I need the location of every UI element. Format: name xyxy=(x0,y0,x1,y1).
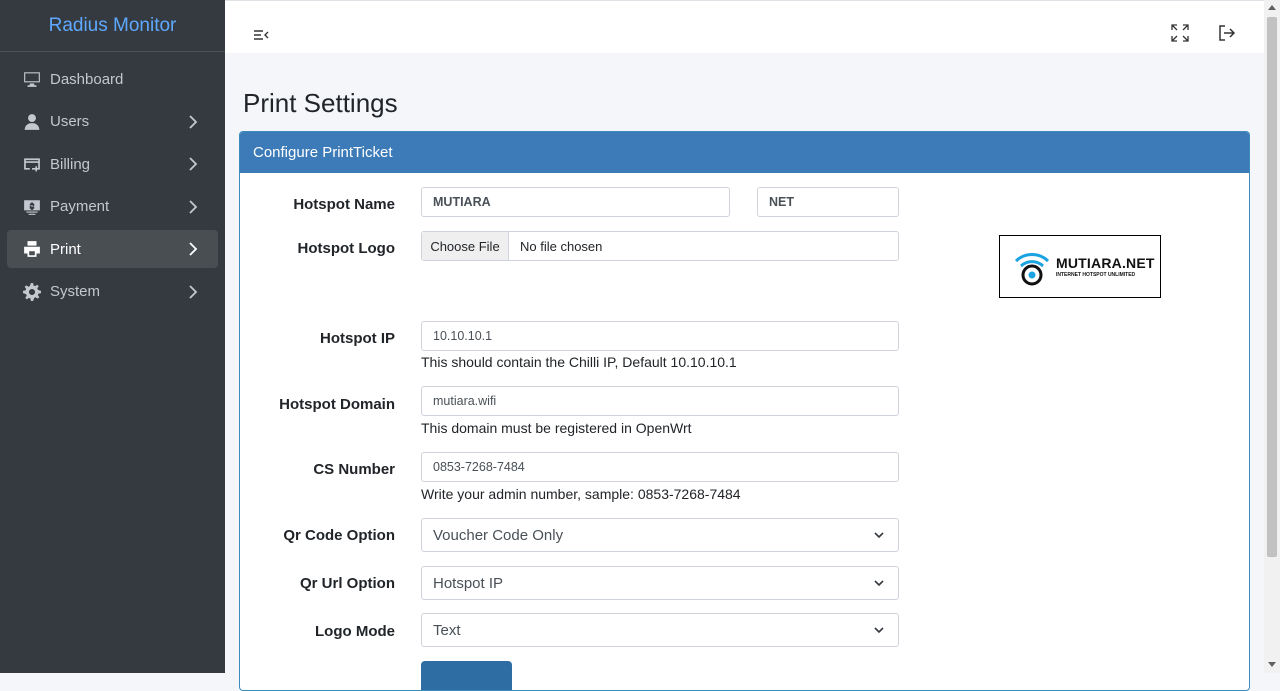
scroll-up-arrow[interactable] xyxy=(1268,5,1276,10)
sidebar-item-dashboard[interactable]: Dashboard xyxy=(7,60,218,98)
hotspot-ip-input[interactable]: 10.10.10.1 xyxy=(421,321,899,351)
sidebar-item-users[interactable]: Users xyxy=(7,103,218,141)
print-settings-card: Configure PrintTicket Hotspot Name MUTIA… xyxy=(239,131,1250,691)
qr-url-option-label: Qr Url Option xyxy=(300,575,395,592)
print-icon xyxy=(23,240,41,258)
card-body: Hotspot Name MUTIARA NET Hotspot Logo Ch… xyxy=(240,173,1249,690)
menu-collapse-icon[interactable] xyxy=(251,25,271,45)
top-navbar xyxy=(225,0,1264,53)
gear-icon xyxy=(23,282,41,301)
chevron-right-icon xyxy=(189,242,198,256)
logo-sub-text: INTERNET HOTSPOT UNLIMITED xyxy=(1056,272,1136,278)
logo-mode-label: Logo Mode xyxy=(315,623,395,640)
scrollbar-thumb[interactable] xyxy=(1267,17,1277,557)
user-icon xyxy=(23,113,41,131)
sidebar-item-label: Dashboard xyxy=(50,70,124,88)
logo-main-text: MUTIARA.NET xyxy=(1056,255,1155,271)
sidebar-item-print[interactable]: Print xyxy=(7,230,218,268)
sidebar: Radius Monitor Dashboard Users Billing P… xyxy=(0,0,225,673)
sidebar-item-payment[interactable]: Payment xyxy=(7,188,218,226)
chevron-right-icon xyxy=(189,157,198,171)
logout-icon[interactable] xyxy=(1217,23,1237,43)
chevron-down-icon xyxy=(874,532,884,539)
file-status: No file chosen xyxy=(520,238,603,254)
page-scrollbar[interactable] xyxy=(1264,0,1280,673)
scroll-down-arrow[interactable] xyxy=(1268,662,1276,667)
hotspot-domain-input[interactable]: mutiara.wifi xyxy=(421,386,899,416)
chevron-right-icon xyxy=(189,199,198,214)
fullscreen-icon[interactable] xyxy=(1170,23,1190,43)
hotspot-name-suffix-input[interactable]: NET xyxy=(757,187,899,217)
card-header: Configure PrintTicket xyxy=(240,132,1249,173)
sidebar-item-label: Print xyxy=(50,240,81,258)
save-button[interactable] xyxy=(421,661,512,690)
qr-code-option-label: Qr Code Option xyxy=(283,527,395,544)
sidebar-nav: Dashboard Users Billing Payment Print Sy… xyxy=(0,52,225,323)
hotspot-name-input[interactable]: MUTIARA xyxy=(421,187,730,217)
sidebar-item-label: System xyxy=(50,283,101,300)
chevron-down-icon xyxy=(874,580,884,587)
desktop-icon xyxy=(23,70,41,88)
hotspot-logo-file-input[interactable]: Choose File No file chosen xyxy=(421,231,899,261)
qr-code-option-value: Voucher Code Only xyxy=(433,526,564,544)
hotspot-logo-label: Hotspot Logo xyxy=(297,240,395,257)
brand-title[interactable]: Radius Monitor xyxy=(0,0,225,52)
hotspot-name-label: Hotspot Name xyxy=(293,196,395,213)
logo-mode-select[interactable]: Text xyxy=(421,613,899,647)
cs-number-help: Write your admin number, sample: 0853-72… xyxy=(421,486,741,502)
sidebar-item-billing[interactable]: Billing xyxy=(7,145,218,183)
hotspot-ip-help: This should contain the Chilli IP, Defau… xyxy=(421,354,737,370)
choose-file-button[interactable]: Choose File xyxy=(422,232,509,260)
cs-number-label: CS Number xyxy=(313,461,395,478)
qr-url-option-select[interactable]: Hotspot IP xyxy=(421,566,899,600)
money-icon xyxy=(23,198,41,216)
hotspot-domain-label: Hotspot Domain xyxy=(279,396,395,413)
qr-url-option-value: Hotspot IP xyxy=(433,574,504,592)
chevron-down-icon xyxy=(874,627,884,634)
cs-number-input[interactable]: 0853-7268-7484 xyxy=(421,452,899,482)
page-title: Print Settings xyxy=(243,88,398,118)
hotspot-ip-label: Hotspot IP xyxy=(320,330,395,347)
sidebar-item-label: Payment xyxy=(50,198,110,215)
logo-mode-value: Text xyxy=(433,621,461,639)
sidebar-item-system[interactable]: System xyxy=(7,273,218,311)
billing-icon xyxy=(23,155,41,173)
sidebar-item-label: Users xyxy=(50,113,90,130)
sidebar-item-label: Billing xyxy=(50,155,91,173)
wifi-logo-icon xyxy=(1014,252,1050,285)
hotspot-logo-preview: MUTIARA.NET INTERNET HOTSPOT UNLIMITED xyxy=(999,235,1161,298)
chevron-right-icon xyxy=(189,284,198,299)
hotspot-domain-help: This domain must be registered in OpenWr… xyxy=(421,420,692,436)
qr-code-option-select[interactable]: Voucher Code Only xyxy=(421,518,899,552)
chevron-right-icon xyxy=(189,114,198,129)
